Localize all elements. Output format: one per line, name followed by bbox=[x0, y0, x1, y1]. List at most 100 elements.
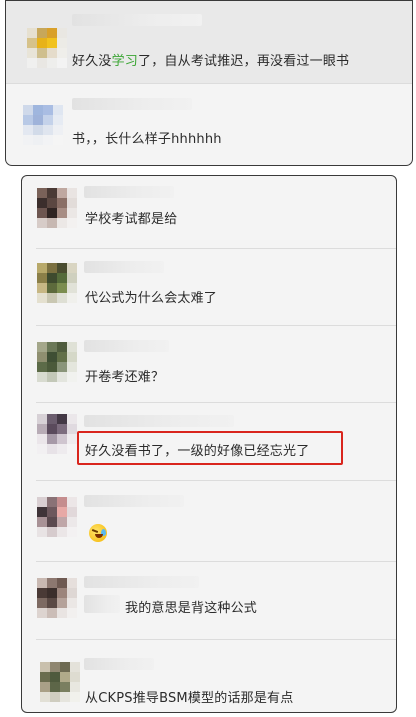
avatar[interactable] bbox=[37, 342, 77, 382]
avatar-pixel bbox=[53, 125, 63, 135]
avatar-pixel bbox=[67, 578, 77, 588]
avatar[interactable] bbox=[37, 578, 77, 618]
message-text-part: 好久没 bbox=[72, 54, 112, 69]
list-item[interactable]: 开卷考还难？ bbox=[22, 326, 396, 402]
avatar-pixel bbox=[47, 517, 57, 527]
blurred-username bbox=[84, 186, 174, 198]
list-item[interactable]: 好久没学习了，自从考试推迟，再没看过一眼书 bbox=[6, 1, 412, 83]
avatar-pixel bbox=[57, 188, 67, 198]
avatar-pixel bbox=[57, 198, 67, 208]
avatar-pixel bbox=[67, 342, 77, 352]
avatar[interactable] bbox=[23, 105, 63, 145]
avatar-pixel bbox=[37, 588, 47, 598]
message-highlight-word: 学习 bbox=[111, 54, 139, 69]
blurred-username bbox=[84, 415, 234, 427]
blurred-username bbox=[84, 658, 154, 670]
avatar-pixel bbox=[47, 578, 57, 588]
blurred-username bbox=[84, 261, 164, 273]
avatar-pixel bbox=[70, 672, 80, 682]
avatar-pixel bbox=[57, 48, 67, 58]
avatar-pixel bbox=[40, 662, 50, 672]
avatar[interactable] bbox=[37, 263, 77, 303]
avatar-pixel bbox=[37, 424, 47, 434]
avatar-pixel bbox=[37, 293, 47, 303]
avatar-pixel bbox=[23, 105, 33, 115]
avatar-pixel bbox=[53, 105, 63, 115]
avatar-pixel bbox=[23, 115, 33, 125]
avatar[interactable] bbox=[37, 188, 77, 228]
avatar-pixel bbox=[57, 208, 67, 218]
avatar[interactable] bbox=[37, 497, 77, 537]
avatar-pixel bbox=[57, 588, 67, 598]
avatar-pixel bbox=[47, 263, 57, 273]
avatar-pixel bbox=[37, 578, 47, 588]
avatar-pixel bbox=[33, 105, 43, 115]
avatar-pixel bbox=[40, 682, 50, 692]
message-text: 开卷考还难？ bbox=[85, 370, 165, 385]
avatar-pixel bbox=[37, 414, 47, 424]
avatar-pixel bbox=[37, 58, 47, 68]
avatar[interactable] bbox=[40, 662, 80, 702]
avatar-pixel bbox=[47, 283, 57, 293]
avatar-pixel bbox=[37, 263, 47, 273]
list-item[interactable] bbox=[22, 481, 396, 561]
message-text: 我的意思是背这种公式 bbox=[125, 601, 258, 616]
top-chat-panel: 好久没学习了，自从考试推迟，再没看过一眼书 书，，长什么样子hhhhhh bbox=[5, 0, 413, 166]
avatar-pixel bbox=[47, 352, 57, 362]
avatar-pixel bbox=[57, 414, 67, 424]
list-item[interactable]: 我的意思是背这种公式 bbox=[22, 562, 396, 639]
list-item[interactable]: 学校考试都是给 bbox=[22, 176, 396, 248]
avatar-pixel bbox=[33, 135, 43, 145]
message-text: 代公式为什么会太难了 bbox=[85, 291, 218, 306]
avatar-pixel bbox=[27, 28, 37, 38]
avatar-pixel bbox=[37, 507, 47, 517]
list-item[interactable]: 代公式为什么会太难了 bbox=[22, 249, 396, 325]
avatar-pixel bbox=[47, 608, 57, 618]
avatar-pixel bbox=[47, 38, 57, 48]
avatar-pixel bbox=[57, 517, 67, 527]
avatar-pixel bbox=[67, 608, 77, 618]
blurred-mention bbox=[84, 595, 120, 613]
avatar-pixel bbox=[37, 283, 47, 293]
avatar-pixel bbox=[37, 527, 47, 537]
avatar-pixel bbox=[47, 362, 57, 372]
avatar-pixel bbox=[67, 198, 77, 208]
avatar-pixel bbox=[67, 362, 77, 372]
avatar-pixel bbox=[47, 342, 57, 352]
avatar-pixel bbox=[27, 48, 37, 58]
avatar-pixel bbox=[70, 692, 80, 702]
avatar[interactable] bbox=[37, 414, 77, 454]
avatar-pixel bbox=[23, 125, 33, 135]
list-item[interactable]: 好久没看书了，一级的好像已经忘光了 bbox=[22, 403, 396, 480]
avatar-pixel bbox=[50, 692, 60, 702]
avatar-pixel bbox=[47, 293, 57, 303]
avatar-pixel bbox=[47, 198, 57, 208]
avatar-pixel bbox=[57, 372, 67, 382]
list-item[interactable]: 书，，长什么样子hhhhhh bbox=[6, 84, 412, 165]
avatar-pixel bbox=[60, 672, 70, 682]
avatar-pixel bbox=[47, 414, 57, 424]
tear-shape bbox=[101, 529, 106, 536]
avatar-pixel bbox=[47, 434, 57, 444]
avatar-pixel bbox=[47, 273, 57, 283]
avatar-pixel bbox=[47, 188, 57, 198]
avatar-pixel bbox=[37, 208, 47, 218]
avatar-pixel bbox=[43, 115, 53, 125]
avatar-pixel bbox=[67, 598, 77, 608]
avatar-pixel bbox=[50, 682, 60, 692]
avatar-pixel bbox=[40, 672, 50, 682]
avatar-pixel bbox=[47, 588, 57, 598]
avatar[interactable] bbox=[27, 28, 67, 68]
list-item[interactable]: 从CKPS推导BSM模型的话那是有点 bbox=[22, 640, 396, 712]
avatar-pixel bbox=[67, 527, 77, 537]
avatar-pixel bbox=[57, 362, 67, 372]
avatar-pixel bbox=[37, 598, 47, 608]
avatar-pixel bbox=[37, 608, 47, 618]
avatar-pixel bbox=[67, 414, 77, 424]
avatar-pixel bbox=[57, 444, 67, 454]
crying-laughing-emoji-icon bbox=[89, 524, 107, 542]
avatar-pixel bbox=[67, 424, 77, 434]
avatar-pixel bbox=[60, 692, 70, 702]
avatar-pixel bbox=[37, 434, 47, 444]
avatar-pixel bbox=[67, 293, 77, 303]
